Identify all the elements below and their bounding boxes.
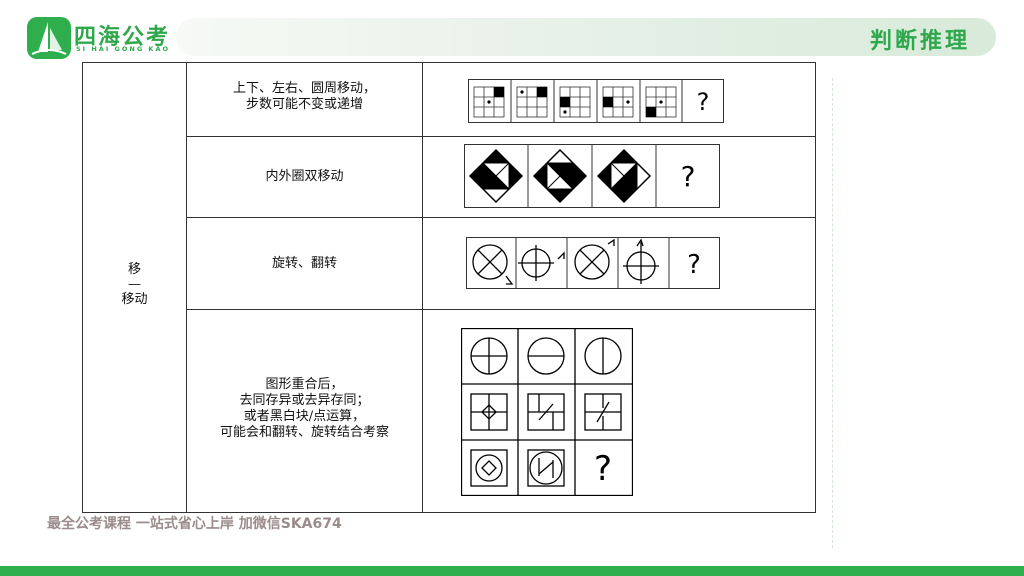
row-1-description: 上下、左右、圆周移动， 步数可能不变或递增 (187, 81, 422, 113)
bottom-accent-bar (0, 566, 1024, 576)
summary-table: 移 — 移动 上下、左右、圆周移动， 步数可能不变或递增 内外圈双移动 旋转、翻… (82, 62, 816, 513)
page-title: 判断推理 (869, 29, 970, 54)
row-divider (187, 309, 815, 310)
question-mark: ? (697, 88, 710, 116)
question-mark: ? (687, 250, 701, 280)
row-1-desc-line-1: 上下、左右、圆周移动， (232, 81, 376, 96)
column-divider (422, 63, 423, 512)
overlay-grid-figure: ? (461, 328, 633, 496)
row-4-description: 图形重合后， 去同存异或去异存同； 或者黑白块/点运算， 可能会和翻转、旋转结合… (187, 377, 422, 441)
row-divider (187, 136, 815, 137)
row-2-desc-line-1: 内外圈双移动 (265, 169, 344, 184)
category-line-1: 移 (127, 262, 141, 277)
diamond-triangles-figure: ? (464, 144, 720, 208)
sail-logo-icon (27, 17, 71, 59)
category-line-3: 移动 (121, 292, 148, 307)
dashed-divider (832, 78, 833, 548)
row-4-desc-line-3: 或者黑白块/点运算， (243, 409, 366, 424)
column-divider (186, 63, 187, 512)
row-4-desc-line-4: 可能会和翻转、旋转结合考察 (219, 425, 389, 440)
grid-dots-figure: ? (468, 79, 724, 123)
brand-subtitle: SI HAI GONG KAO (76, 45, 171, 53)
row-3-desc-line-1: 旋转、翻转 (271, 256, 337, 271)
row-1-desc-line-2: 步数可能不变或递增 (245, 97, 363, 112)
category-label: 移 — 移动 (83, 262, 186, 308)
category-line-2: — (128, 277, 141, 292)
row-4-desc-line-1: 图形重合后， (265, 377, 344, 392)
row-4-desc-line-2: 去同存异或去异存同； (239, 393, 370, 408)
promo-watermark: 最全公考课程 一站式省心上岸 加微信SKA674 (47, 516, 342, 532)
row-2-description: 内外圈双移动 (187, 169, 422, 185)
question-mark: ? (594, 449, 612, 489)
row-3-description: 旋转、翻转 (187, 256, 422, 272)
question-mark: ? (681, 160, 696, 193)
circle-cross-rotation-figure: ? (466, 237, 720, 289)
row-divider (187, 217, 815, 218)
